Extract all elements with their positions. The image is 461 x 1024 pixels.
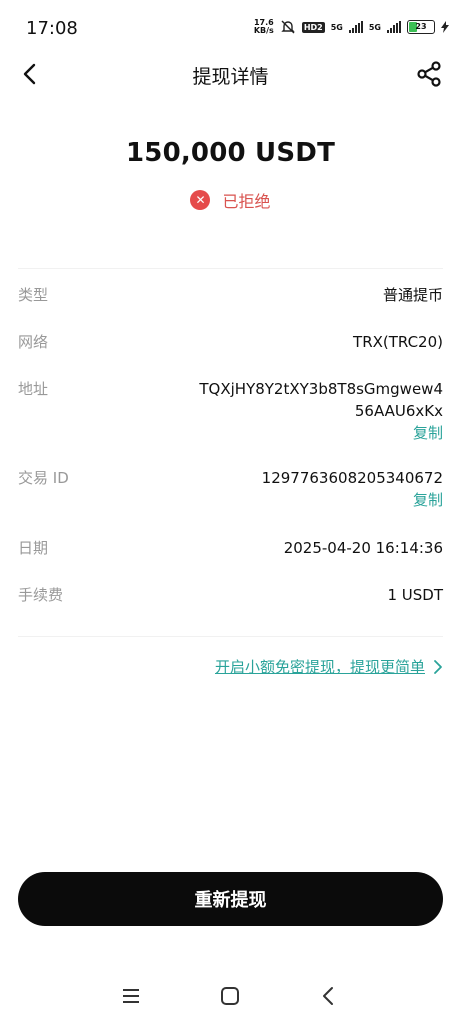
date-value: 2025-04-20 16:14:36 [283,539,443,557]
home-square-icon[interactable] [218,984,242,1008]
address-line-2: 56AAU6xKx [354,402,443,420]
header-bar: 提现详情 [0,52,461,96]
network-speed: 17.6 KB/s [253,18,274,35]
divider-top [18,268,443,269]
page-title: 提现详情 [192,66,269,88]
detail-row-type: 类型 普通提币 [18,284,443,308]
status-text: 已拒绝 [222,192,271,211]
detail-row-network: 网络 TRX(TRC20) [18,331,443,355]
type-value: 普通提币 [382,286,443,304]
small-amount-promo-link[interactable]: 开启小额免密提现，提现更简单 [215,656,443,677]
txid-text: 1297763608205340672 [261,469,443,487]
rewithdraw-button[interactable]: 重新提现 [18,872,443,926]
mute-bell-icon [281,20,295,34]
txid-value: 1297763608205340672 复制 [262,467,443,511]
fee-label: 手续费 [18,586,64,604]
signal-bars-icon-2 [387,21,401,33]
detail-row-address: 地址 TQXjHY8Y2tXY3b8T8sGmgwew4 56AAU6xKx 复… [18,378,443,448]
close-circle-icon: ✕ [190,190,211,210]
battery-icon: 23 [407,20,435,34]
signal-5g-label-2: 5G [368,22,381,32]
chevron-right-icon [434,659,442,674]
back-triangle-icon[interactable] [317,984,341,1008]
copy-txid-button[interactable]: 复制 [262,489,443,511]
signal-5g-label-1: 5G [330,22,343,32]
date-label: 日期 [18,539,49,557]
txid-label: 交易 ID [18,469,69,487]
network-value: TRX(TRC20) [353,333,443,351]
withdraw-status: ✕ 已拒绝 [0,188,461,212]
detail-row-txid: 交易 ID 1297763608205340672 复制 [18,467,443,515]
network-label: 网络 [18,333,49,351]
type-label: 类型 [18,286,49,304]
system-nav-bar [0,980,461,1012]
signal-bars-icon [348,21,363,33]
status-bar: 17:08 17.6 KB/s HD2 5G 5G 23 [0,0,461,58]
detail-row-fee: 手续费 1 USDT [18,584,443,608]
copy-address-button[interactable]: 复制 [199,422,443,444]
fee-value: 1 USDT [387,586,443,604]
menu-icon[interactable] [119,984,143,1008]
withdraw-amount: 150,000 USDT [125,138,336,168]
hd-badge: HD2 [301,21,325,33]
battery-level: 23 [415,22,427,31]
address-value: TQXjHY8Y2tXY3b8T8sGmgwew4 56AAU6xKx 复制 [199,378,443,444]
address-label: 地址 [18,380,49,398]
promo-text[interactable]: 开启小额免密提现，提现更简单 [215,656,425,677]
status-icons: 17.6 KB/s HD2 5G 5G 23 [254,19,449,35]
charging-bolt-icon [441,21,449,33]
address-line-1: TQXjHY8Y2tXY3b8T8sGmgwew4 [199,380,443,398]
detail-row-date: 日期 2025-04-20 16:14:36 [18,537,443,561]
share-icon[interactable] [415,60,443,88]
divider-bottom [18,636,443,637]
status-time: 17:08 [26,18,78,39]
